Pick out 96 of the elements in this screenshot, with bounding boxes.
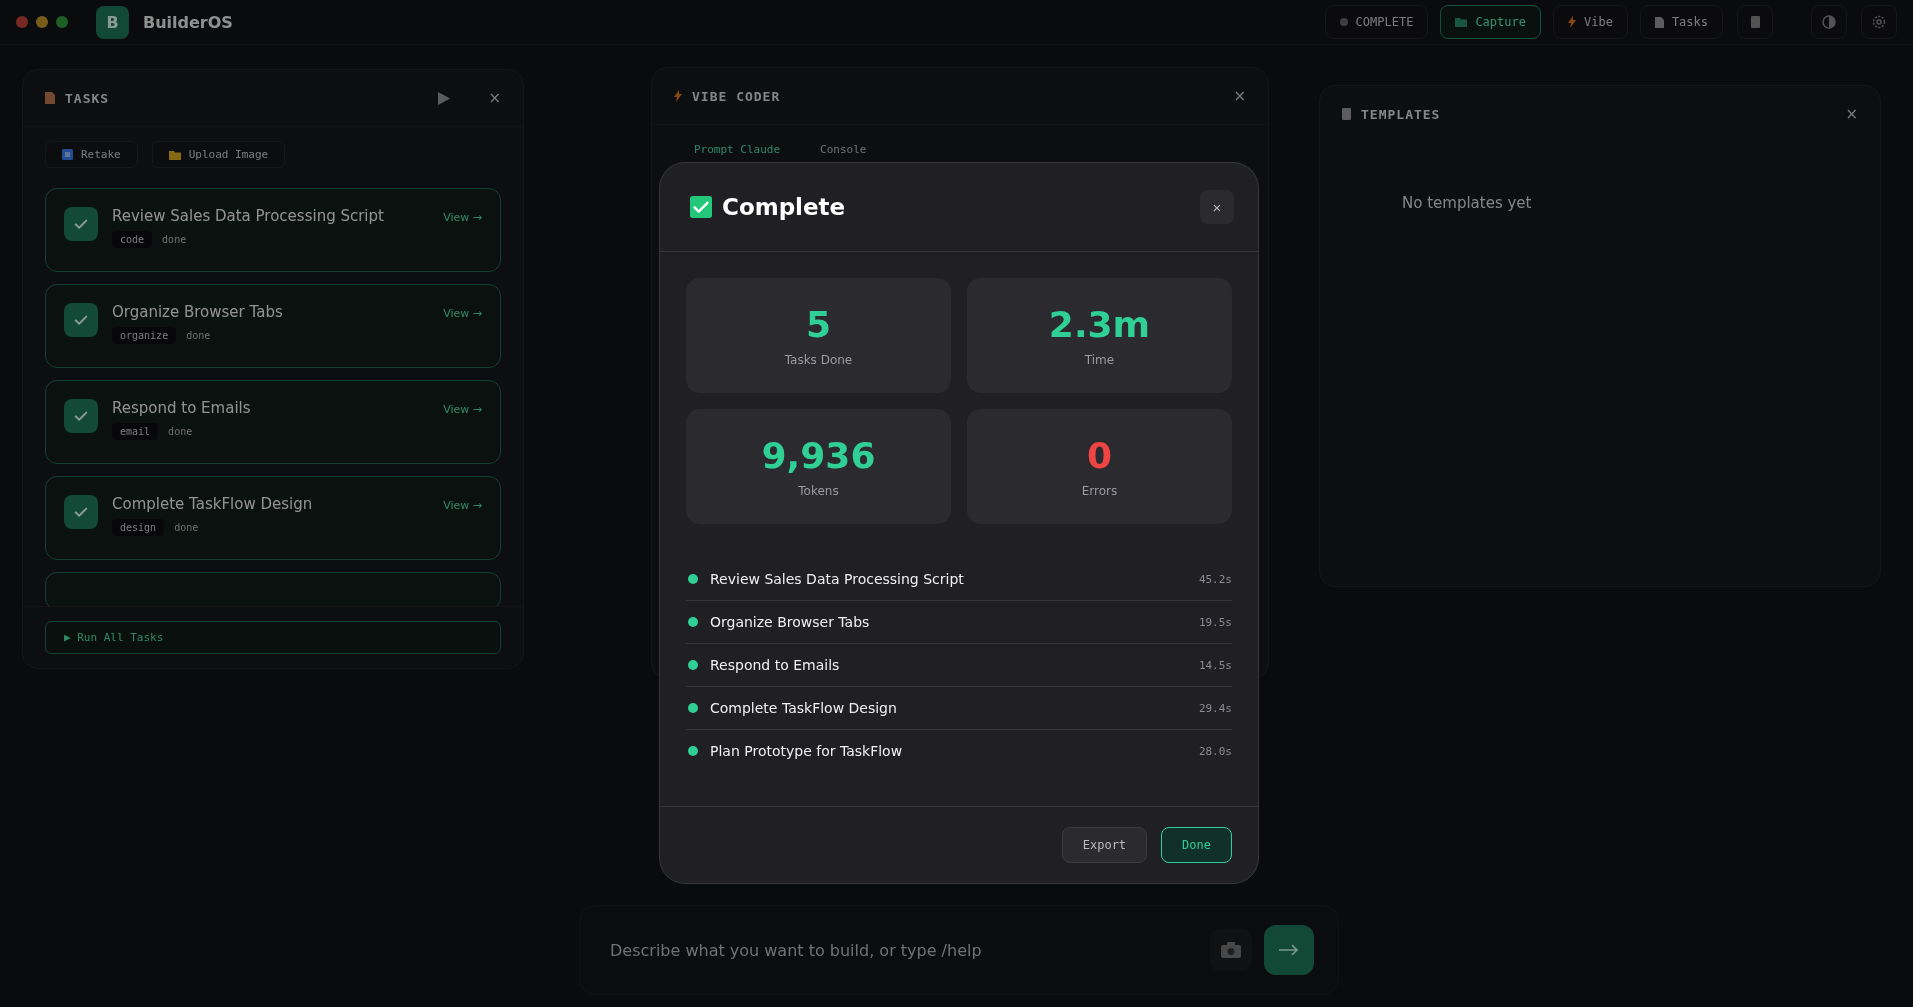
folder-icon — [1455, 17, 1468, 27]
theme-button[interactable] — [1811, 5, 1847, 39]
app-logo: B — [96, 5, 129, 39]
photo-icon — [62, 149, 73, 160]
task-checkbox[interactable] — [64, 495, 98, 529]
close-button[interactable]: × — [1233, 87, 1246, 105]
task-checkbox[interactable] — [64, 303, 98, 337]
close-button[interactable]: × — [1200, 190, 1234, 224]
task-name: Review Sales Data Processing Script — [710, 571, 965, 587]
stat-label: Errors — [1081, 484, 1118, 498]
task-status: done — [174, 521, 199, 535]
task-name: Organize Browser Tabs — [710, 614, 871, 630]
toolbar-button[interactable]: Capture — [1440, 5, 1541, 39]
prompt-field[interactable]: Describe what you want to build, or type /help — [608, 906, 1198, 994]
status-dot-icon — [688, 703, 698, 713]
task-title: Organize Browser Tabs — [112, 303, 284, 321]
status-dot-icon — [688, 746, 698, 756]
task-title: Respond to Emails — [112, 399, 252, 417]
dot-icon — [1339, 18, 1348, 26]
minimize-window-button[interactable] — [36, 16, 48, 28]
task-tag: code — [112, 231, 153, 248]
view-link[interactable]: View → — [443, 211, 482, 253]
folder-icon — [168, 149, 181, 160]
task-title: Complete TaskFlow Design — [112, 495, 314, 513]
document-icon — [45, 92, 55, 104]
task-card[interactable] — [45, 572, 501, 606]
task-tag: design — [112, 519, 165, 536]
arrow-icon — [1279, 944, 1299, 956]
app-title: BuilderOS — [143, 12, 233, 32]
task-duration: 19.5s — [1198, 615, 1232, 629]
task-tag: email — [112, 423, 159, 440]
action-button[interactable]: Upload Image — [151, 141, 286, 168]
task-status: done — [186, 329, 211, 343]
task-card[interactable]: Respond to Emails email done View → — [45, 380, 501, 464]
task-card[interactable]: Complete TaskFlow Design design done View → — [45, 476, 501, 560]
camera-button[interactable] — [1210, 929, 1252, 971]
document-icon — [1654, 16, 1664, 28]
dialog-title: Complete — [722, 194, 847, 220]
task-card[interactable]: Organize Browser Tabs organize done View → — [45, 284, 501, 368]
done-button[interactable]: Done — [1161, 827, 1232, 863]
panel-title: TEMPLATES — [1361, 106, 1442, 122]
stat-value: 2.3m — [1048, 304, 1151, 345]
close-button[interactable]: × — [1845, 105, 1858, 123]
prompt-bar[interactable]: Describe what you want to build, or type /help — [579, 905, 1339, 995]
panel-title: TASKS — [65, 90, 111, 106]
stat-value: 5 — [805, 304, 832, 345]
stat-value: 9,936 — [761, 435, 876, 476]
toolbar-button[interactable]: Tasks — [1639, 5, 1723, 39]
task-checkbox[interactable] — [64, 399, 98, 433]
toolbar-button[interactable]: COMPLETE — [1324, 5, 1429, 39]
task-duration: 45.2s — [1198, 572, 1232, 586]
task-duration: 28.0s — [1198, 744, 1232, 758]
settings-button[interactable] — [1861, 5, 1897, 39]
view-link[interactable]: View → — [443, 403, 482, 445]
task-status: done — [162, 233, 187, 247]
stat-label: Time — [1084, 353, 1115, 367]
action-button[interactable]: Retake — [45, 141, 138, 168]
camera-icon — [1221, 942, 1241, 958]
settings-icon — [1872, 15, 1886, 29]
task-duration: 29.4s — [1198, 701, 1232, 715]
toolbar-button[interactable]: Vibe — [1552, 5, 1628, 39]
task-name: Respond to Emails — [710, 657, 841, 673]
status-dot-icon — [688, 617, 698, 627]
status-dot-icon — [688, 660, 698, 670]
task-title: Review Sales Data Processing Script — [112, 207, 385, 225]
panel-title: VIBE CODER — [692, 88, 782, 104]
view-link[interactable]: View → — [443, 307, 482, 349]
stat-value: 0 — [1086, 435, 1113, 476]
view-link[interactable]: View → — [443, 499, 482, 541]
task-name: Complete TaskFlow Design — [710, 700, 898, 716]
close-window-button[interactable] — [16, 16, 28, 28]
task-tag: organize — [112, 327, 177, 344]
lightning-icon — [674, 90, 682, 102]
toolbar-button[interactable] — [1737, 5, 1773, 39]
task-name: Plan Prototype for TaskFlow — [710, 743, 904, 759]
document-icon — [1342, 108, 1351, 120]
stat-label: Tasks Done — [784, 353, 853, 367]
stat-label: Tokens — [798, 484, 839, 498]
lightning-icon — [1567, 16, 1576, 28]
task-checkbox[interactable] — [64, 207, 98, 241]
task-duration: 14.5s — [1198, 658, 1232, 672]
document-icon — [1750, 16, 1760, 28]
empty-message: No templates yet — [1402, 194, 1532, 212]
task-card[interactable]: Review Sales Data Processing Script code done View → — [45, 188, 501, 272]
play-icon[interactable] — [438, 91, 451, 105]
check-icon — [690, 196, 712, 218]
run-all-button[interactable]: ▶ Run All Tasks — [45, 621, 501, 654]
task-status: done — [168, 425, 193, 439]
panel-tab[interactable]: Console — [820, 143, 867, 156]
send-button[interactable] — [1264, 925, 1314, 975]
maximize-window-button[interactable] — [56, 16, 68, 28]
close-button[interactable]: × — [488, 89, 501, 107]
status-dot-icon — [688, 574, 698, 584]
contrast-icon — [1822, 15, 1836, 29]
panel-tab[interactable]: Prompt Claude — [694, 143, 781, 156]
export-button[interactable]: Export — [1061, 827, 1148, 863]
